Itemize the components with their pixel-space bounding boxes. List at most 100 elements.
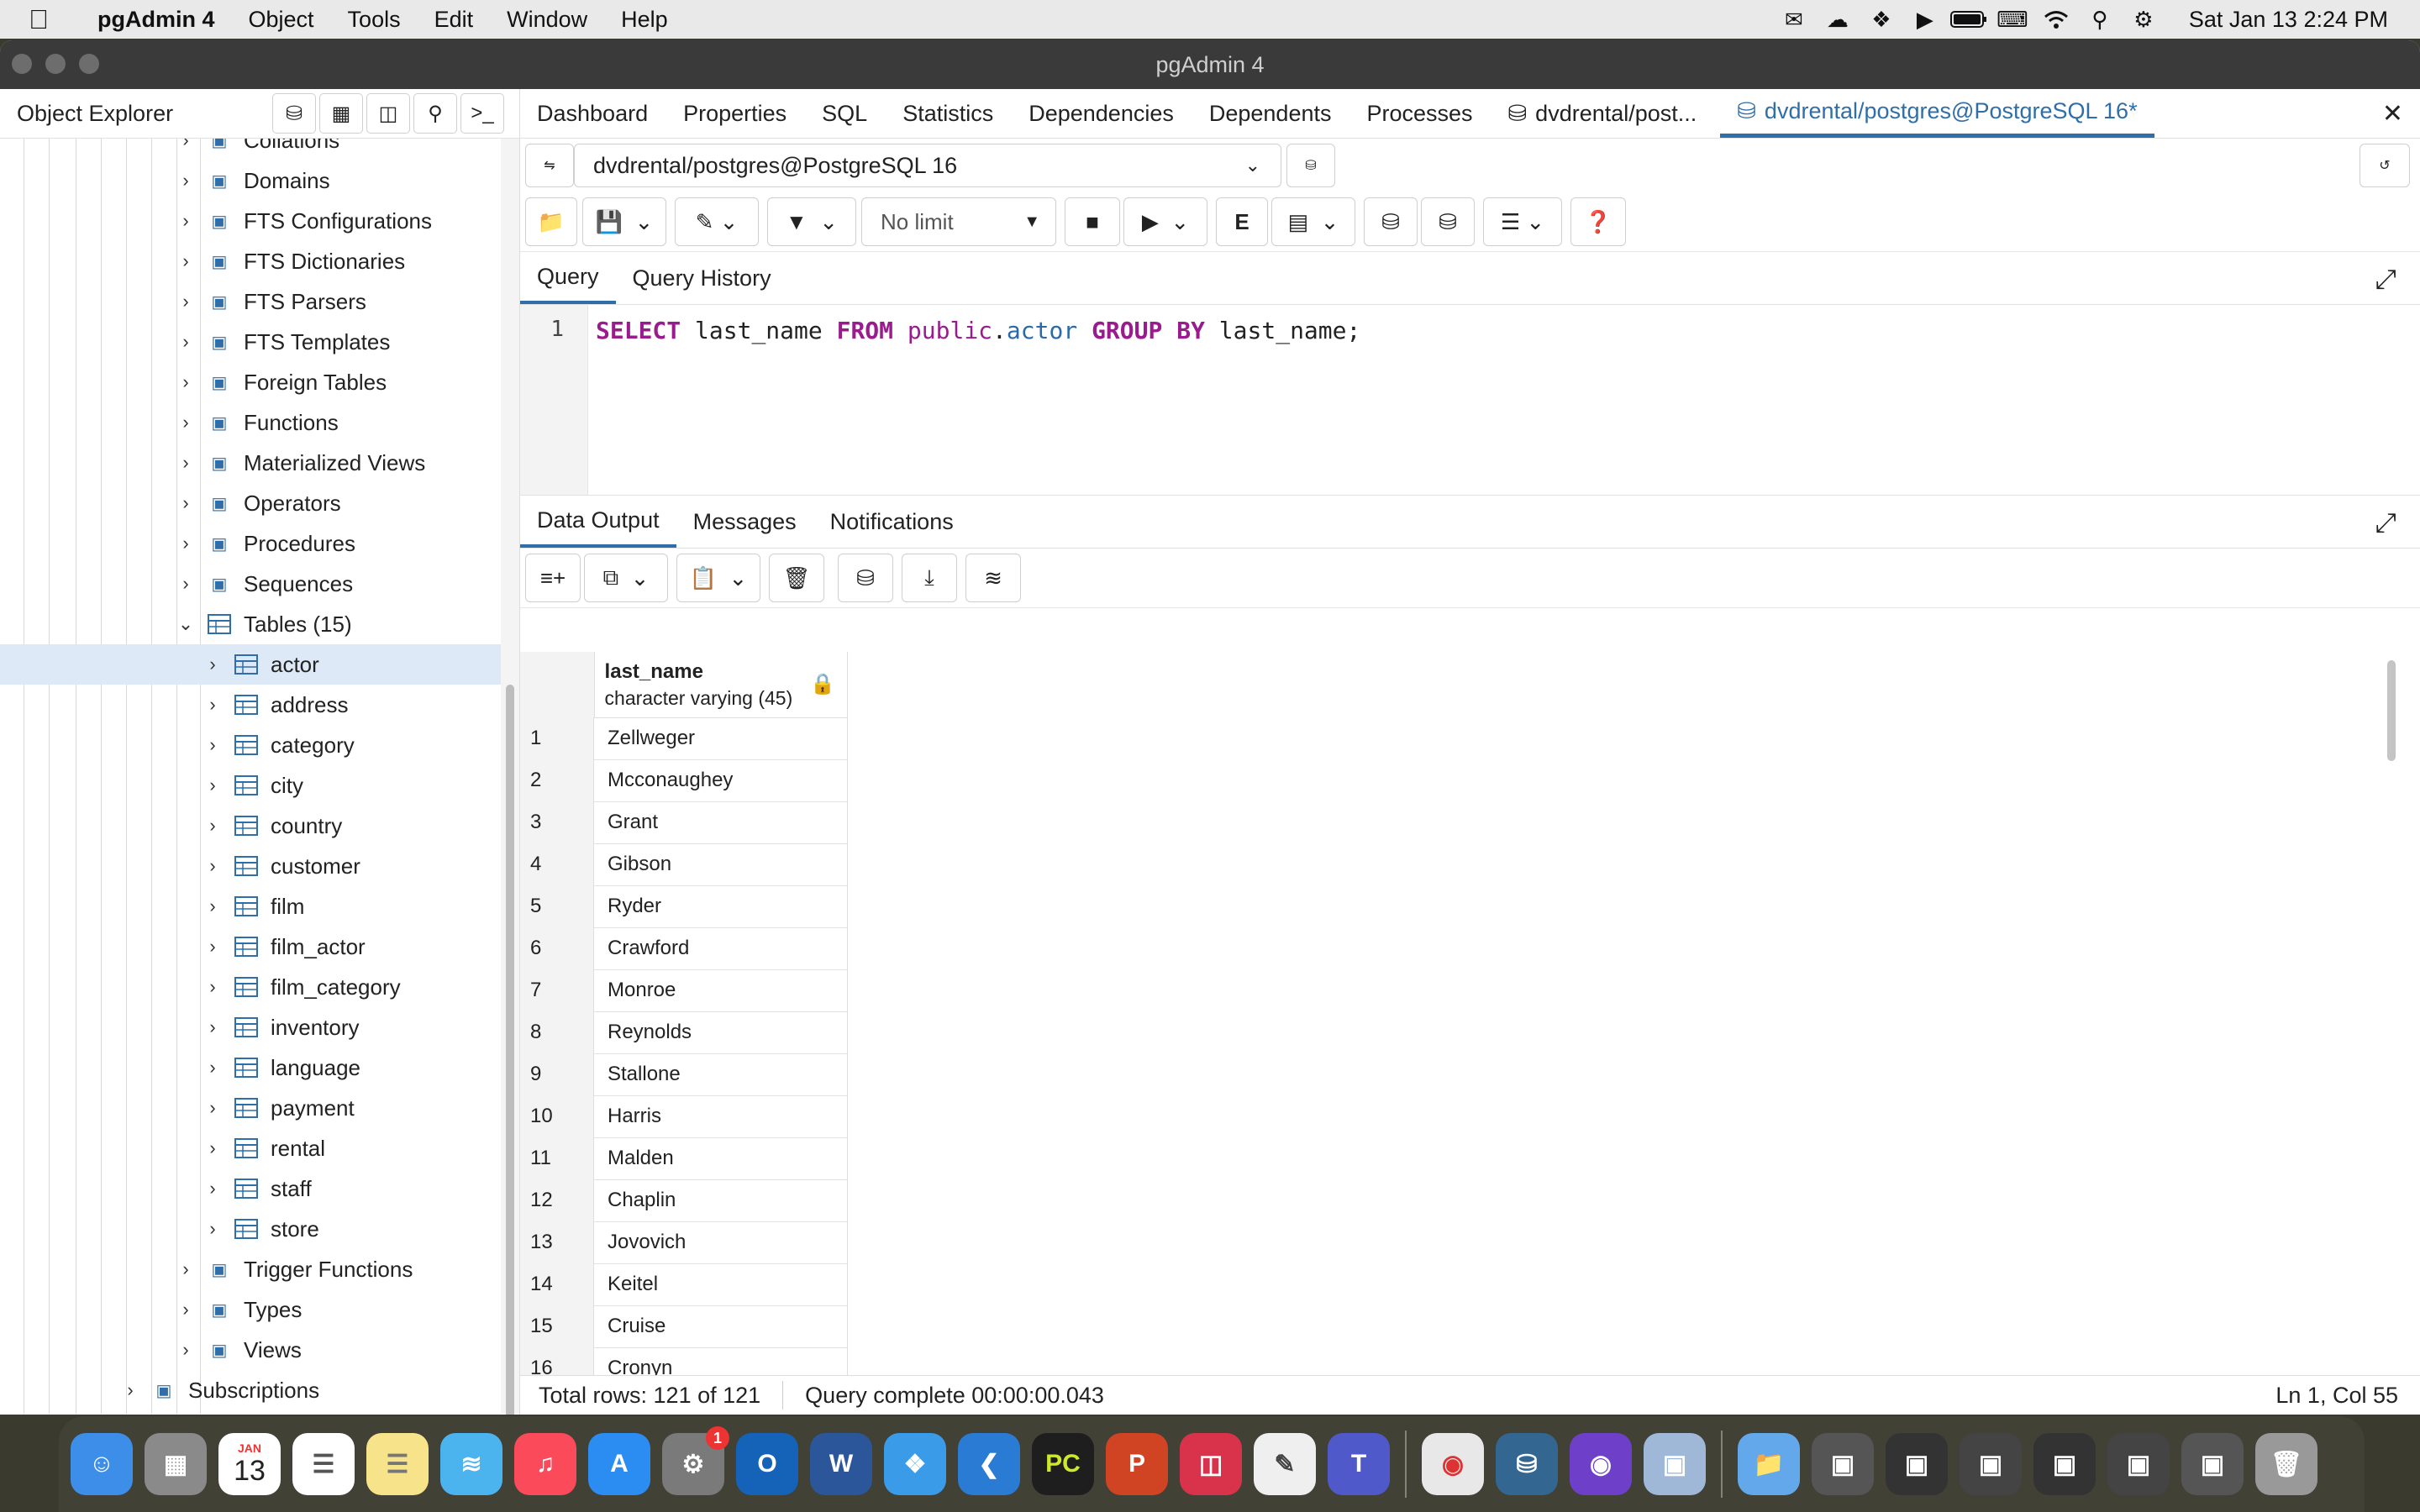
music-icon[interactable]: ♫: [514, 1433, 576, 1495]
tree-item-materialized-views[interactable]: › ▣ Materialized Views: [0, 443, 501, 483]
chevron-right-icon[interactable]: ›: [118, 1379, 143, 1401]
row-number[interactable]: 13: [520, 1221, 594, 1263]
tree-item-actor[interactable]: › actor: [0, 644, 501, 685]
chevron-right-icon[interactable]: ›: [173, 331, 198, 353]
table-cell[interactable]: Cruise: [594, 1305, 848, 1347]
menu-tools[interactable]: Tools: [348, 7, 401, 33]
grid-scrollbar[interactable]: [2382, 652, 2402, 1415]
row-number[interactable]: 12: [520, 1179, 594, 1221]
table-cell[interactable]: Grant: [594, 801, 848, 843]
chevron-right-icon[interactable]: ›: [173, 1258, 198, 1280]
edit-menu-button[interactable]: ✎ ⌄: [675, 197, 759, 246]
row-number[interactable]: 7: [520, 969, 594, 1011]
chevron-right-icon[interactable]: ›: [173, 371, 198, 393]
table-cell[interactable]: Mcconaughey: [594, 759, 848, 801]
tree-item-procedures[interactable]: › ▣ Procedures: [0, 523, 501, 564]
table-row[interactable]: 1 Zellweger: [520, 717, 848, 760]
chevron-right-icon[interactable]: ›: [173, 533, 198, 554]
tree-item-fts-templates[interactable]: › ▣ FTS Templates: [0, 322, 501, 362]
tree-item-collations[interactable]: › ▣ Collations: [0, 139, 501, 160]
table-cell[interactable]: Harris: [594, 1095, 848, 1137]
table-row[interactable]: 4 Gibson: [520, 843, 848, 886]
zoom-window-button[interactable]: [79, 54, 99, 74]
tree-item-foreign-tables[interactable]: › ▣ Foreign Tables: [0, 362, 501, 402]
table-row[interactable]: 3 Grant: [520, 801, 848, 844]
add-row-icon[interactable]: ≡+: [525, 554, 581, 602]
dropbox-icon[interactable]: ❖: [1860, 0, 1903, 39]
pdf-reader-icon[interactable]: ◫: [1180, 1433, 1242, 1495]
tree-item-domains[interactable]: › ▣ Domains: [0, 160, 501, 201]
launchpad-icon[interactable]: ▦: [145, 1433, 207, 1495]
outlook-icon[interactable]: O: [736, 1433, 798, 1495]
row-number[interactable]: 5: [520, 885, 594, 927]
tab-query-tool-2[interactable]: ⛁ dvdrental/postgres@PostgreSQL 16*: [1720, 89, 2154, 138]
chevron-right-icon[interactable]: ›: [200, 895, 225, 917]
macros-button[interactable]: ☰ ⌄: [1483, 197, 1562, 246]
psql-tool-icon[interactable]: >_: [460, 93, 504, 134]
view-data-icon[interactable]: ▦: [319, 93, 363, 134]
table-cell[interactable]: Gibson: [594, 843, 848, 885]
minimized-window-icon[interactable]: ▣: [1886, 1433, 1948, 1495]
tree-item-city[interactable]: › city: [0, 765, 501, 806]
tree-item-rental[interactable]: › rental: [0, 1128, 501, 1168]
query-tool-icon[interactable]: ⛁: [272, 93, 316, 134]
row-number[interactable]: 2: [520, 759, 594, 801]
tree-item-language[interactable]: › language: [0, 1047, 501, 1088]
minimized-window-icon[interactable]: ▣: [2033, 1433, 2096, 1495]
table-cell[interactable]: Jovovich: [594, 1221, 848, 1263]
table-row[interactable]: 15 Cruise: [520, 1305, 848, 1348]
chevron-right-icon[interactable]: ›: [173, 210, 198, 232]
row-number[interactable]: 15: [520, 1305, 594, 1347]
minimized-window-icon[interactable]: ▣: [2107, 1433, 2170, 1495]
tab-messages[interactable]: Messages: [676, 496, 813, 548]
tree-item-inventory[interactable]: › inventory: [0, 1007, 501, 1047]
sql-code[interactable]: SELECT last_name FROM public.actor GROUP…: [596, 317, 1360, 344]
tree-item-address[interactable]: › address: [0, 685, 501, 725]
explain-icon[interactable]: E: [1216, 197, 1268, 246]
chevron-down-icon[interactable]: ⌄: [173, 613, 198, 635]
save-file-button[interactable]: 💾 ⌄: [582, 197, 666, 246]
tab-sql[interactable]: SQL: [822, 89, 867, 138]
execute-button[interactable]: ▶ ⌄: [1123, 197, 1207, 246]
copy-button[interactable]: ⧉ ⌄: [584, 554, 668, 602]
row-number[interactable]: 4: [520, 843, 594, 885]
tree-item-types[interactable]: › ▣ Types: [0, 1289, 501, 1330]
delete-row-icon[interactable]: 🗑: [769, 554, 824, 602]
chevron-right-icon[interactable]: ›: [173, 291, 198, 312]
chevron-right-icon[interactable]: ›: [173, 250, 198, 272]
tab-statistics[interactable]: Statistics: [902, 89, 993, 138]
tree-item-film-actor[interactable]: › film_actor: [0, 927, 501, 967]
table-cell[interactable]: Crawford: [594, 927, 848, 969]
spotlight-search-icon[interactable]: ⚲: [2078, 0, 2122, 39]
menu-window[interactable]: Window: [507, 7, 587, 33]
powerpoint-icon[interactable]: P: [1106, 1433, 1168, 1495]
rollback-icon[interactable]: ⛁: [1421, 197, 1475, 246]
tree-item-subscriptions[interactable]: › ▣ Subscriptions: [0, 1370, 501, 1410]
tree-item-fts-configurations[interactable]: › ▣ FTS Configurations: [0, 201, 501, 241]
table-row[interactable]: 14 Keitel: [520, 1263, 848, 1306]
tree-item-tables-15[interactable]: ⌄ Tables (15): [0, 604, 501, 644]
row-number[interactable]: 3: [520, 801, 594, 843]
cloud-icon[interactable]: ☁: [1816, 0, 1860, 39]
chevron-right-icon[interactable]: ›: [173, 139, 198, 151]
trash-icon[interactable]: 🗑: [2255, 1433, 2317, 1495]
tree-item-store[interactable]: › store: [0, 1209, 501, 1249]
reminders-icon[interactable]: ☰: [292, 1433, 355, 1495]
chevron-right-icon[interactable]: ›: [200, 1097, 225, 1119]
github-desktop-icon[interactable]: ◉: [1570, 1433, 1632, 1495]
table-row[interactable]: 12 Chaplin: [520, 1179, 848, 1222]
new-connection-icon[interactable]: ⛁: [1286, 144, 1335, 187]
chevron-right-icon[interactable]: ›: [200, 936, 225, 958]
table-row[interactable]: 2 Mcconaughey: [520, 759, 848, 802]
tab-dashboard[interactable]: Dashboard: [537, 89, 648, 138]
chevron-right-icon[interactable]: ›: [200, 1057, 225, 1079]
chevron-right-icon[interactable]: ›: [200, 654, 225, 675]
table-row[interactable]: 8 Reynolds: [520, 1011, 848, 1054]
tree-item-operators[interactable]: › ▣ Operators: [0, 483, 501, 523]
refresh-icon[interactable]: ↺: [2360, 144, 2410, 187]
connection-status-icon[interactable]: ⇋: [525, 144, 574, 187]
tree-item-film-category[interactable]: › film_category: [0, 967, 501, 1007]
tree-item-category[interactable]: › category: [0, 725, 501, 765]
minimized-window-icon[interactable]: ▣: [2181, 1433, 2244, 1495]
chevron-right-icon[interactable]: ›: [200, 694, 225, 716]
